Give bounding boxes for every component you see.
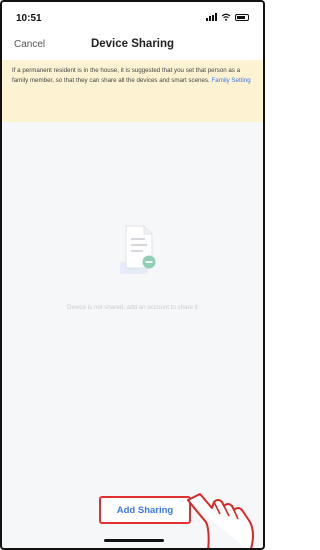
status-icons: [206, 13, 249, 21]
notice-banner: If a permanent resident is in the house,…: [2, 60, 263, 122]
wifi-icon: [221, 13, 231, 21]
pointing-hand-icon: [187, 493, 254, 548]
battery-icon: [235, 14, 249, 21]
nav-bar: Cancel Device Sharing: [2, 32, 263, 60]
page-title: Device Sharing: [90, 38, 175, 50]
empty-document-icon: [120, 225, 156, 274]
status-bar: 10:51: [2, 2, 263, 32]
status-time: 10:51: [16, 13, 42, 24]
phone-screen: 10:51 Cancel Device Sharing If a permane…: [0, 0, 265, 550]
notice-text: If a permanent resident is in the house,…: [12, 67, 241, 84]
home-indicator: [104, 539, 164, 542]
empty-state-message: Device is not shared, add an account to …: [67, 304, 198, 311]
family-setting-link[interactable]: Family Setting: [211, 77, 250, 84]
signal-icon: [206, 13, 217, 21]
add-sharing-button[interactable]: Add Sharing: [99, 496, 191, 524]
